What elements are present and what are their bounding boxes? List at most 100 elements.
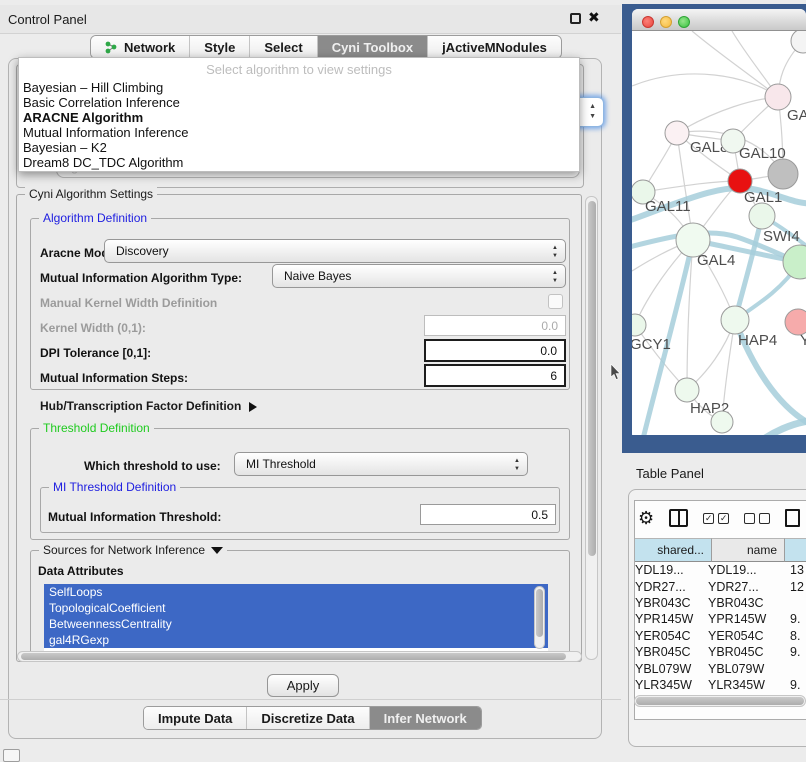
network-node[interactable]	[768, 159, 798, 189]
tab-style[interactable]: Style	[190, 36, 250, 58]
window-zoom-button[interactable]	[678, 16, 690, 28]
column-view-icon[interactable]	[669, 509, 688, 527]
checked-columns-icon[interactable]: ✓✓	[703, 513, 729, 524]
window-minimize-button[interactable]	[660, 16, 672, 28]
apply-button[interactable]: Apply	[267, 674, 339, 697]
which-threshold-select[interactable]: MI Threshold ▲▼	[234, 452, 528, 476]
table-cell: YER054C	[635, 629, 708, 643]
network-node-hap2[interactable]	[675, 378, 699, 402]
tab-infer-network[interactable]: Infer Network	[370, 707, 481, 729]
table-row[interactable]: YDL19...YDL19...13	[635, 562, 806, 578]
mi-threshold-field[interactable]: 0.5	[420, 504, 556, 525]
network-view-frame: GALGAL80GAL10GAL1GAL11SWI4GAL4GCY1HAP4YH…	[622, 4, 806, 453]
list-item-topologicalcoefficient[interactable]: TopologicalCoefficient	[44, 600, 548, 616]
data-attributes-list[interactable]: SelfLoops TopologicalCoefficient Between…	[44, 584, 548, 651]
control-panel-tabbar: Network Style Select Cyni Toolbox jActiv…	[90, 35, 562, 59]
network-node[interactable]	[791, 31, 806, 53]
table-row[interactable]: YBR043CYBR043C	[635, 595, 806, 611]
manual-kernel-width-checkbox[interactable]	[548, 294, 563, 309]
kernel-width-field[interactable]: 0.0	[424, 315, 566, 336]
table-cell: YPR145W	[708, 612, 790, 626]
column-header-shared[interactable]: shared...	[635, 538, 712, 562]
gear-icon[interactable]: ⚙	[638, 508, 654, 529]
mi-steps-label: Mutual Information Steps:	[40, 371, 188, 385]
network-node-hap4[interactable]	[721, 306, 749, 334]
settings-vertical-scrollbar[interactable]	[585, 196, 598, 660]
tab-label: Infer Network	[384, 711, 467, 726]
algorithm-option-mutual-information[interactable]: Mutual Information Inference	[19, 125, 579, 140]
node-label: GCY1	[632, 336, 671, 353]
window-close-button[interactable]	[642, 16, 654, 28]
cursor-pointer-icon	[610, 364, 622, 382]
network-canvas[interactable]: GALGAL80GAL10GAL1GAL11SWI4GAL4GCY1HAP4YH…	[632, 31, 806, 435]
manual-kernel-width-label: Manual Kernel Width Definition	[40, 296, 217, 310]
tab-network[interactable]: Network	[91, 36, 190, 58]
mi-steps-value: 6	[550, 369, 557, 383]
table-cell: YBR045C	[708, 645, 790, 659]
node-label: GAL	[787, 107, 806, 124]
tab-impute-data[interactable]: Impute Data	[144, 707, 247, 729]
tab-discretize-data[interactable]: Discretize Data	[247, 707, 369, 729]
settings-group-title: Cyni Algorithm Settings	[25, 187, 157, 201]
network-edge-thick[interactable]	[632, 433, 664, 435]
which-threshold-label: Which threshold to use:	[84, 459, 221, 473]
algorithm-option-aracne[interactable]: ARACNE Algorithm	[19, 110, 579, 125]
dock-mini-icon[interactable]	[3, 749, 20, 762]
tab-select[interactable]: Select	[250, 36, 317, 58]
algorithm-option-bayesian-hill[interactable]: Bayesian – Hill Climbing	[19, 80, 579, 95]
dpi-tolerance-value: 0.0	[540, 344, 557, 358]
dropdown-placeholder: Select algorithm to view settings	[19, 58, 579, 80]
network-edge[interactable]	[677, 97, 778, 133]
combo-arrows-icon: ▲▼	[589, 102, 596, 122]
combo-arrows-icon: ▲▼	[514, 457, 520, 473]
close-icon[interactable]: ✖	[588, 9, 600, 26]
table-cell: YLR345W	[708, 678, 790, 692]
table-row[interactable]: YBR045CYBR045C9.	[635, 644, 806, 660]
hub-definition-toggle[interactable]: Hub/Transcription Factor Definition	[40, 399, 257, 413]
list-item-selfloops[interactable]: SelfLoops	[44, 584, 548, 600]
network-node[interactable]	[783, 245, 806, 279]
attribute-list-scrollbar[interactable]	[534, 586, 545, 649]
column-header-2[interactable]	[785, 538, 806, 562]
algorithm-option-basic-correlation[interactable]: Basic Correlation Inference	[19, 95, 579, 110]
data-attributes-label: Data Attributes	[38, 564, 124, 578]
column-header-name[interactable]: name	[712, 538, 785, 562]
tab-jactivemnodules[interactable]: jActiveMNodules	[428, 36, 561, 58]
settings-horizontal-scrollbar[interactable]	[17, 651, 582, 662]
algorithm-option-dream8[interactable]: Dream8 DC_TDC Algorithm	[19, 155, 579, 170]
table-horizontal-scrollbar[interactable]	[634, 695, 806, 707]
node-label: SWI4	[763, 228, 800, 245]
tab-label: jActiveMNodules	[442, 40, 547, 55]
network-edge-thick[interactable]	[747, 420, 806, 435]
network-window-titlebar[interactable]	[632, 9, 806, 31]
network-edge[interactable]	[632, 74, 778, 97]
table-cell: YDL19...	[708, 563, 790, 577]
table-row[interactable]: YDR27...YDR27...12	[635, 578, 806, 594]
list-item-betweennesscentrality[interactable]: BetweennessCentrality	[44, 616, 548, 632]
dpi-tolerance-field[interactable]: 0.0	[424, 339, 566, 362]
threshold-definition-title: Threshold Definition	[39, 421, 154, 435]
tab-cyni-toolbox[interactable]: Cyni Toolbox	[318, 36, 428, 58]
network-node[interactable]	[711, 411, 733, 433]
table-row[interactable]: YPR145WYPR145W9.	[635, 611, 806, 627]
list-item-gal4rgexp[interactable]: gal4RGexp	[44, 632, 548, 648]
table-row[interactable]: YLR345WYLR345W9.	[635, 677, 806, 693]
float-panel-icon[interactable]	[570, 13, 581, 24]
network-node-gcy1[interactable]	[632, 314, 646, 336]
table-cell: YDL19...	[635, 563, 708, 577]
aracne-mode-select[interactable]: Discovery ▲▼	[104, 239, 566, 263]
algorithm-option-bayesian-k2[interactable]: Bayesian – K2	[19, 140, 579, 155]
table-row[interactable]: YER054CYER054C8.	[635, 628, 806, 644]
document-icon[interactable]	[785, 509, 800, 527]
unchecked-columns-icon[interactable]	[744, 513, 770, 524]
network-node-gal80[interactable]	[665, 121, 689, 145]
mi-algorithm-type-select[interactable]: Naive Bayes ▲▼	[272, 264, 566, 288]
table-row[interactable]: YBL079WYBL079W	[635, 660, 806, 676]
table-cell: 13	[790, 563, 806, 577]
table-cell: 9.	[790, 678, 806, 692]
table-cell: 9.	[790, 645, 806, 659]
network-node-swi4[interactable]	[749, 203, 775, 229]
mi-algorithm-type-label: Mutual Information Algorithm Type:	[40, 271, 242, 285]
mi-steps-field[interactable]: 6	[424, 364, 566, 387]
network-edge[interactable]	[692, 31, 778, 97]
